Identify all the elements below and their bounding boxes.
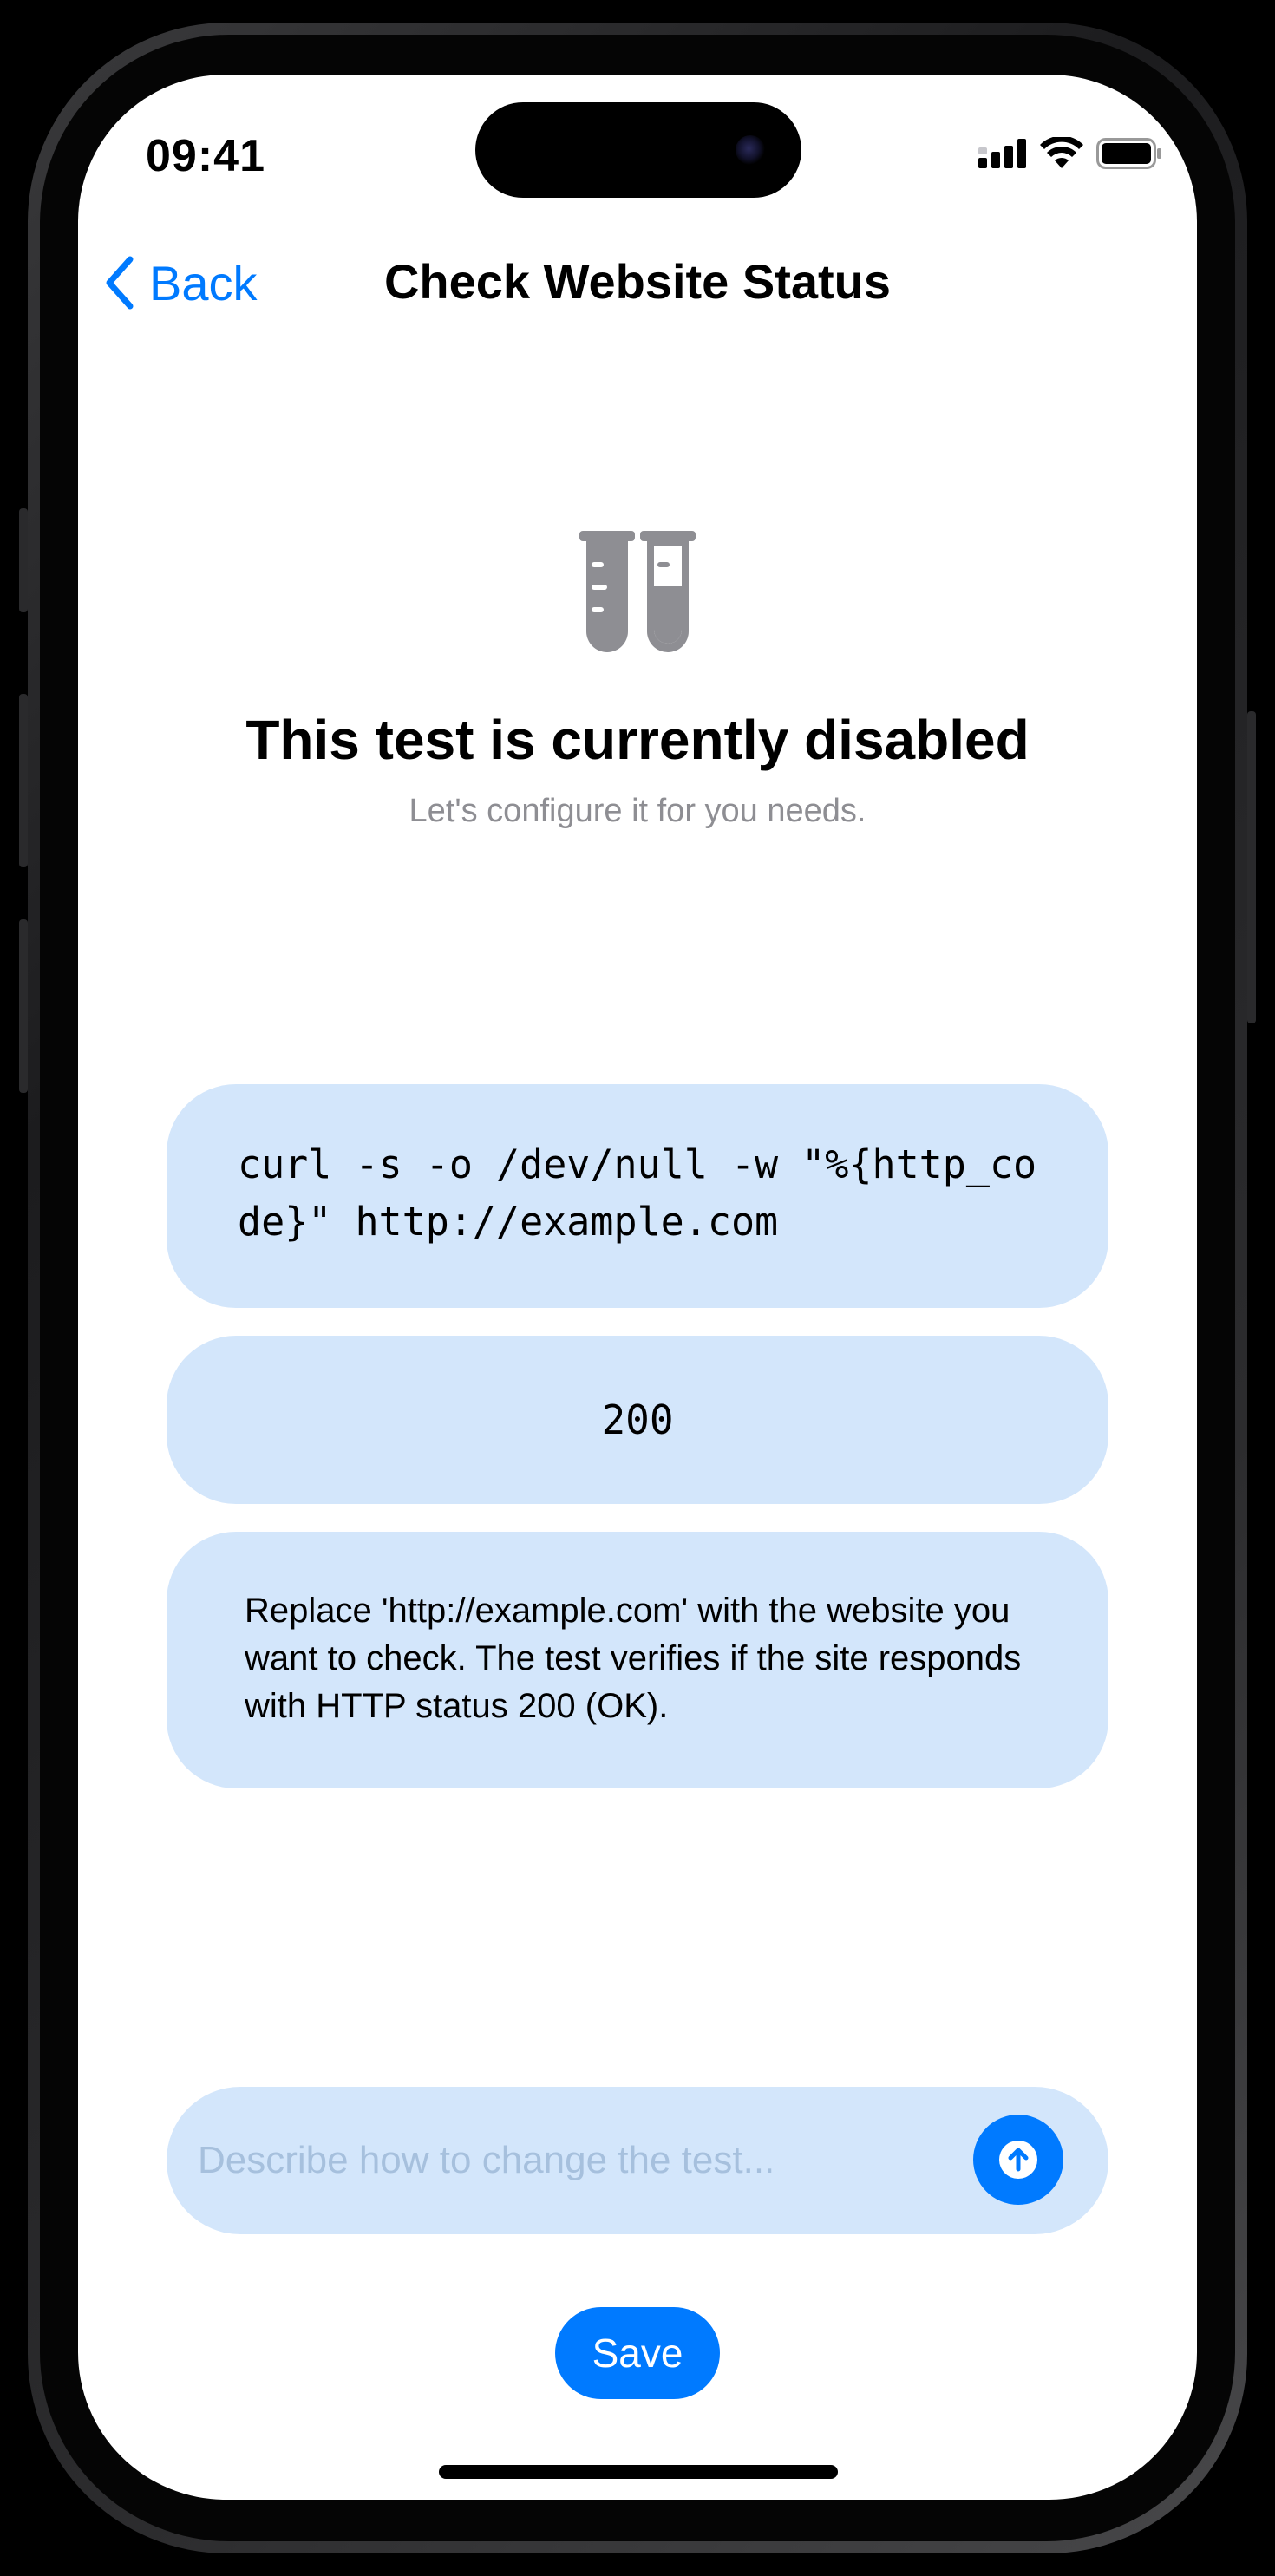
expected-output-card[interactable]: 200 bbox=[167, 1336, 1108, 1504]
send-button[interactable] bbox=[973, 2115, 1063, 2205]
power-button bbox=[1247, 711, 1256, 1023]
volume-up-button bbox=[19, 694, 28, 867]
volume-down-button bbox=[19, 919, 28, 1093]
home-indicator[interactable] bbox=[439, 2465, 838, 2479]
arrow-up-circle-icon bbox=[999, 2141, 1037, 2179]
disabled-subtitle: Let's configure it for you needs. bbox=[409, 793, 866, 829]
page-title: Check Website Status bbox=[383, 254, 892, 309]
wifi-icon bbox=[1040, 137, 1083, 168]
prompt-bar bbox=[167, 2087, 1108, 2234]
status-indicators bbox=[978, 137, 1162, 170]
command-card[interactable]: curl -s -o /dev/null -w "%{http_code}" h… bbox=[167, 1084, 1108, 1308]
battery-icon bbox=[1096, 138, 1161, 169]
description-card: Replace 'http://example.com' with the we… bbox=[167, 1532, 1108, 1788]
action-button bbox=[19, 508, 28, 612]
screen: 09:41 Back Check Website Status This tes… bbox=[78, 75, 1197, 2500]
cellular-signal-icon bbox=[978, 139, 1026, 168]
test-tubes-icon bbox=[579, 531, 696, 652]
disabled-title: This test is currently disabled bbox=[245, 709, 1030, 771]
save-button[interactable]: Save bbox=[555, 2307, 720, 2399]
status-time: 09:41 bbox=[146, 131, 265, 181]
dynamic-island bbox=[475, 102, 801, 198]
prompt-input[interactable] bbox=[196, 2122, 942, 2200]
front-camera bbox=[736, 135, 765, 165]
